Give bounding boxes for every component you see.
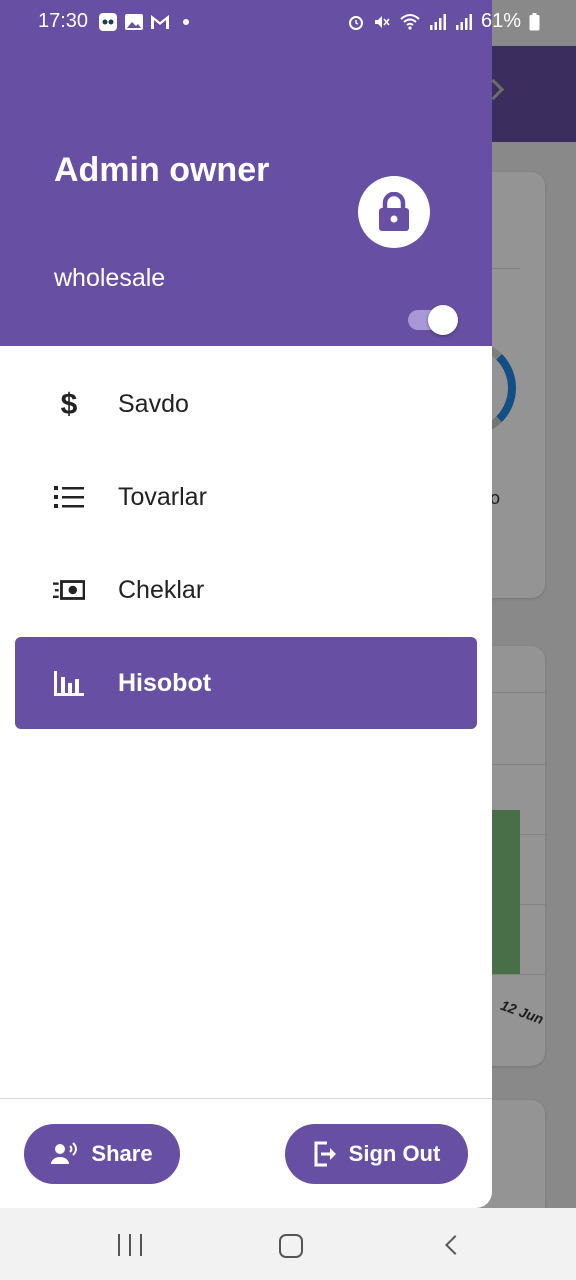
recent-apps-icon-bar	[140, 1234, 142, 1256]
sign-out-label: Sign Out	[348, 1141, 441, 1166]
receipt-money-icon	[53, 574, 85, 606]
dot-icon	[176, 12, 196, 32]
menu-item-label: Savdo	[118, 389, 189, 418]
list-icon	[53, 481, 85, 513]
alarm-icon	[348, 15, 363, 30]
menu-item-label: Tovarlar	[118, 482, 207, 511]
mode-toggle[interactable]	[408, 305, 458, 335]
lock-icon	[379, 192, 409, 231]
menu-item-label: Hisobot	[118, 668, 212, 697]
user-name: Admin owner	[54, 151, 270, 189]
share-people-icon	[51, 1142, 78, 1164]
sign-out-button[interactable]: Sign Out	[285, 1124, 468, 1184]
navigation-drawer: Admin owner wholesale $ Savdo Tovarlar C…	[0, 0, 492, 1208]
toggle-thumb	[428, 305, 458, 335]
menu-item-tovarlar[interactable]: Tovarlar	[15, 451, 477, 543]
system-status-icons: 61%	[347, 10, 540, 33]
mute-icon	[374, 15, 390, 28]
status-time: 17:30	[38, 10, 89, 32]
lock-button[interactable]	[358, 176, 430, 248]
recent-apps-icon	[118, 1234, 120, 1256]
user-type: wholesale	[54, 264, 166, 292]
share-label: Share	[91, 1141, 153, 1166]
share-button[interactable]: Share	[24, 1124, 180, 1184]
menu-item-savdo[interactable]: $ Savdo	[15, 358, 477, 450]
robot-app-icon	[98, 12, 118, 32]
status-bar: 17:30 61%	[0, 0, 576, 46]
wifi-icon	[400, 13, 420, 30]
drawer-header: Admin owner wholesale	[0, 0, 492, 346]
recent-apps-icon-bar	[129, 1234, 131, 1256]
menu-item-cheklar[interactable]: Cheklar	[15, 544, 477, 636]
recent-apps-button[interactable]	[118, 1234, 142, 1256]
signal-icon	[429, 13, 446, 30]
bar-chart-icon	[53, 667, 85, 699]
logout-icon	[314, 1141, 336, 1167]
gmail-icon	[150, 12, 170, 32]
battery-icon	[529, 12, 540, 30]
footer-divider	[0, 1098, 492, 1099]
dollar-icon: $	[53, 388, 85, 420]
battery-percent: 61%	[480, 10, 521, 32]
home-button[interactable]	[279, 1234, 303, 1258]
menu-item-label: Cheklar	[118, 575, 205, 604]
menu-item-hisobot[interactable]: Hisobot	[15, 637, 477, 729]
signal-icon	[455, 13, 472, 30]
svg-text:$: $	[61, 388, 78, 420]
image-icon	[124, 12, 144, 32]
notification-icons	[98, 12, 196, 32]
